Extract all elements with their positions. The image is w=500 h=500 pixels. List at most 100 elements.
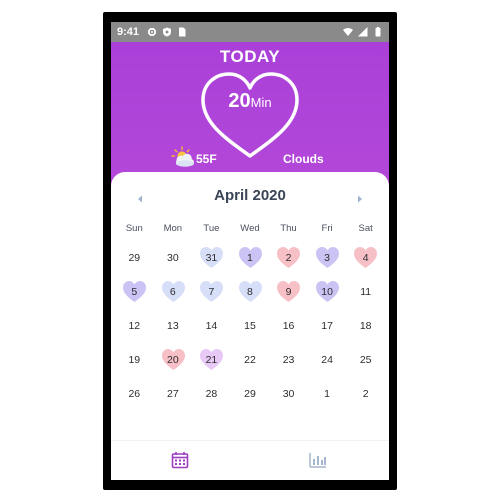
calendar-day[interactable]: 6 — [154, 275, 193, 309]
calendar-day[interactable]: 26 — [115, 377, 154, 411]
calendar-day-number: 14 — [205, 320, 218, 332]
calendar-day[interactable]: 30 — [269, 377, 308, 411]
calendar-week-row: 19 20 21 22 23 24 25 — [115, 343, 385, 377]
calendar-day[interactable]: 2 — [269, 241, 308, 275]
calendar-day-number: 16 — [282, 320, 295, 332]
calendar-week-row: 26 27 28 29 30 1 2 — [115, 377, 385, 411]
calendar-day-number: 9 — [285, 286, 292, 298]
calendar-week-row: 12 13 14 15 16 17 18 — [115, 309, 385, 343]
calendar-day[interactable]: 5 — [115, 275, 154, 309]
calendar-day-number: 3 — [324, 252, 331, 264]
calendar-day[interactable]: 4 — [346, 241, 385, 275]
calendar-day-number: 13 — [167, 320, 179, 332]
calendar-day[interactable]: 25 — [346, 343, 385, 377]
calendar-day[interactable]: 12 — [115, 309, 154, 343]
weekday-label: Mon — [163, 223, 183, 234]
calendar-day[interactable]: 23 — [269, 343, 308, 377]
calendar-day[interactable]: 30 — [154, 241, 193, 275]
calendar-day[interactable]: 18 — [346, 309, 385, 343]
calendar-day[interactable]: 1 — [231, 241, 270, 275]
calendar-week-row: 29 30 31 1 2 3 4 — [115, 241, 385, 275]
weather-condition: Clouds — [283, 152, 324, 166]
calendar-day-number: 19 — [128, 354, 141, 366]
status-right-icons — [343, 27, 383, 37]
bottom-navigation — [111, 440, 389, 480]
calendar-card: April 2020 Sun Mon Tue Wed Thu Fri Sat 29 30 31 1… — [111, 172, 389, 480]
calendar-day[interactable]: 29 — [115, 241, 154, 275]
calendar-day[interactable]: 17 — [308, 309, 347, 343]
calendar-day-number: 29 — [128, 252, 141, 264]
calendar-day[interactable]: 28 — [192, 377, 231, 411]
calendar-day-number: 22 — [244, 354, 256, 366]
today-title: TODAY — [219, 47, 281, 66]
calendar-day[interactable]: 2 — [346, 377, 385, 411]
weekday-label: Sat — [358, 223, 373, 234]
minutes-unit: Min — [250, 95, 272, 110]
calendar-day[interactable]: 7 — [192, 275, 231, 309]
sim-card-icon — [179, 27, 186, 37]
calendar-day[interactable]: 31 — [192, 241, 231, 275]
calendar-day[interactable]: 24 — [308, 343, 347, 377]
wifi-icon — [343, 28, 353, 36]
calendar-day-number: 30 — [167, 252, 179, 264]
calendar-day[interactable]: 22 — [231, 343, 270, 377]
calendar-grid: 29 30 31 1 2 3 4 5 6 7 8 9 10 11 12 13 14 15 16 17 18 19 20 21 2… — [115, 241, 385, 411]
bar-chart-icon[interactable] — [309, 452, 327, 468]
status-left-icons — [147, 27, 187, 37]
calendar-day-number: 25 — [359, 354, 372, 366]
calendar-day[interactable]: 11 — [346, 275, 385, 309]
calendar-day[interactable]: 8 — [231, 275, 270, 309]
calendar-day-number: 10 — [321, 286, 333, 298]
calendar-day[interactable]: 20 — [154, 343, 193, 377]
calendar-day-number: 30 — [282, 388, 295, 400]
calendar-day[interactable]: 21 — [192, 343, 231, 377]
calendar-day-number: 23 — [282, 354, 295, 366]
weekday-label: Tue — [203, 223, 220, 234]
calendar-day[interactable]: 10 — [308, 275, 347, 309]
calendar-day-number: 1 — [247, 252, 253, 264]
calendar-day-number: 17 — [321, 320, 333, 332]
calendar-day-number: 6 — [169, 286, 176, 298]
calendar-day-number: 11 — [360, 286, 372, 298]
app-screen: 9:41 TODAY 20Min 55F Clouds April 2020 S… — [111, 22, 389, 480]
minutes-display: 20Min — [197, 90, 303, 113]
weekday-label: Fri — [321, 223, 333, 234]
calendar-day-number: 29 — [244, 388, 256, 400]
calendar-day-number: 1 — [324, 388, 331, 400]
calendar-day[interactable]: 29 — [231, 377, 270, 411]
minutes-value: 20 — [228, 90, 251, 112]
calendar-day[interactable]: 1 — [308, 377, 347, 411]
calendar-day-number: 18 — [359, 320, 372, 332]
calendar-day-number: 27 — [167, 388, 179, 400]
calendar-day-number: 24 — [321, 354, 333, 366]
calendar-icon[interactable] — [171, 451, 189, 469]
calendar-day[interactable]: 19 — [115, 343, 154, 377]
calendar-day-number: 2 — [362, 388, 369, 400]
calendar-day[interactable]: 9 — [269, 275, 308, 309]
chevron-right-icon[interactable] — [354, 193, 366, 205]
calendar-day-number: 31 — [205, 252, 218, 264]
shield-icon — [163, 27, 172, 37]
weekday-label: Sun — [125, 223, 143, 234]
calendar-day-number: 5 — [131, 286, 138, 298]
weekday-label: Wed — [240, 223, 260, 234]
partly-cloudy-icon — [171, 146, 194, 167]
month-title: April 2020 — [214, 187, 286, 204]
signal-icon — [358, 27, 368, 37]
calendar-day[interactable]: 15 — [231, 309, 270, 343]
calendar-day[interactable]: 14 — [192, 309, 231, 343]
calendar-day[interactable]: 13 — [154, 309, 193, 343]
calendar-day[interactable]: 16 — [269, 309, 308, 343]
battery-icon — [375, 27, 381, 37]
calendar-day-number: 7 — [208, 286, 215, 298]
calendar-day-number: 21 — [205, 354, 218, 366]
calendar-day-number: 8 — [247, 286, 253, 298]
calendar-day[interactable]: 3 — [308, 241, 347, 275]
status-time: 9:41 — [117, 26, 140, 38]
calendar-day-number: 28 — [205, 388, 218, 400]
weekday-label: Thu — [280, 223, 297, 234]
calendar-day[interactable]: 27 — [154, 377, 193, 411]
calendar-day-number: 15 — [244, 320, 256, 332]
status-bar: 9:41 — [111, 22, 389, 42]
weather-temperature: 55F — [196, 152, 217, 166]
